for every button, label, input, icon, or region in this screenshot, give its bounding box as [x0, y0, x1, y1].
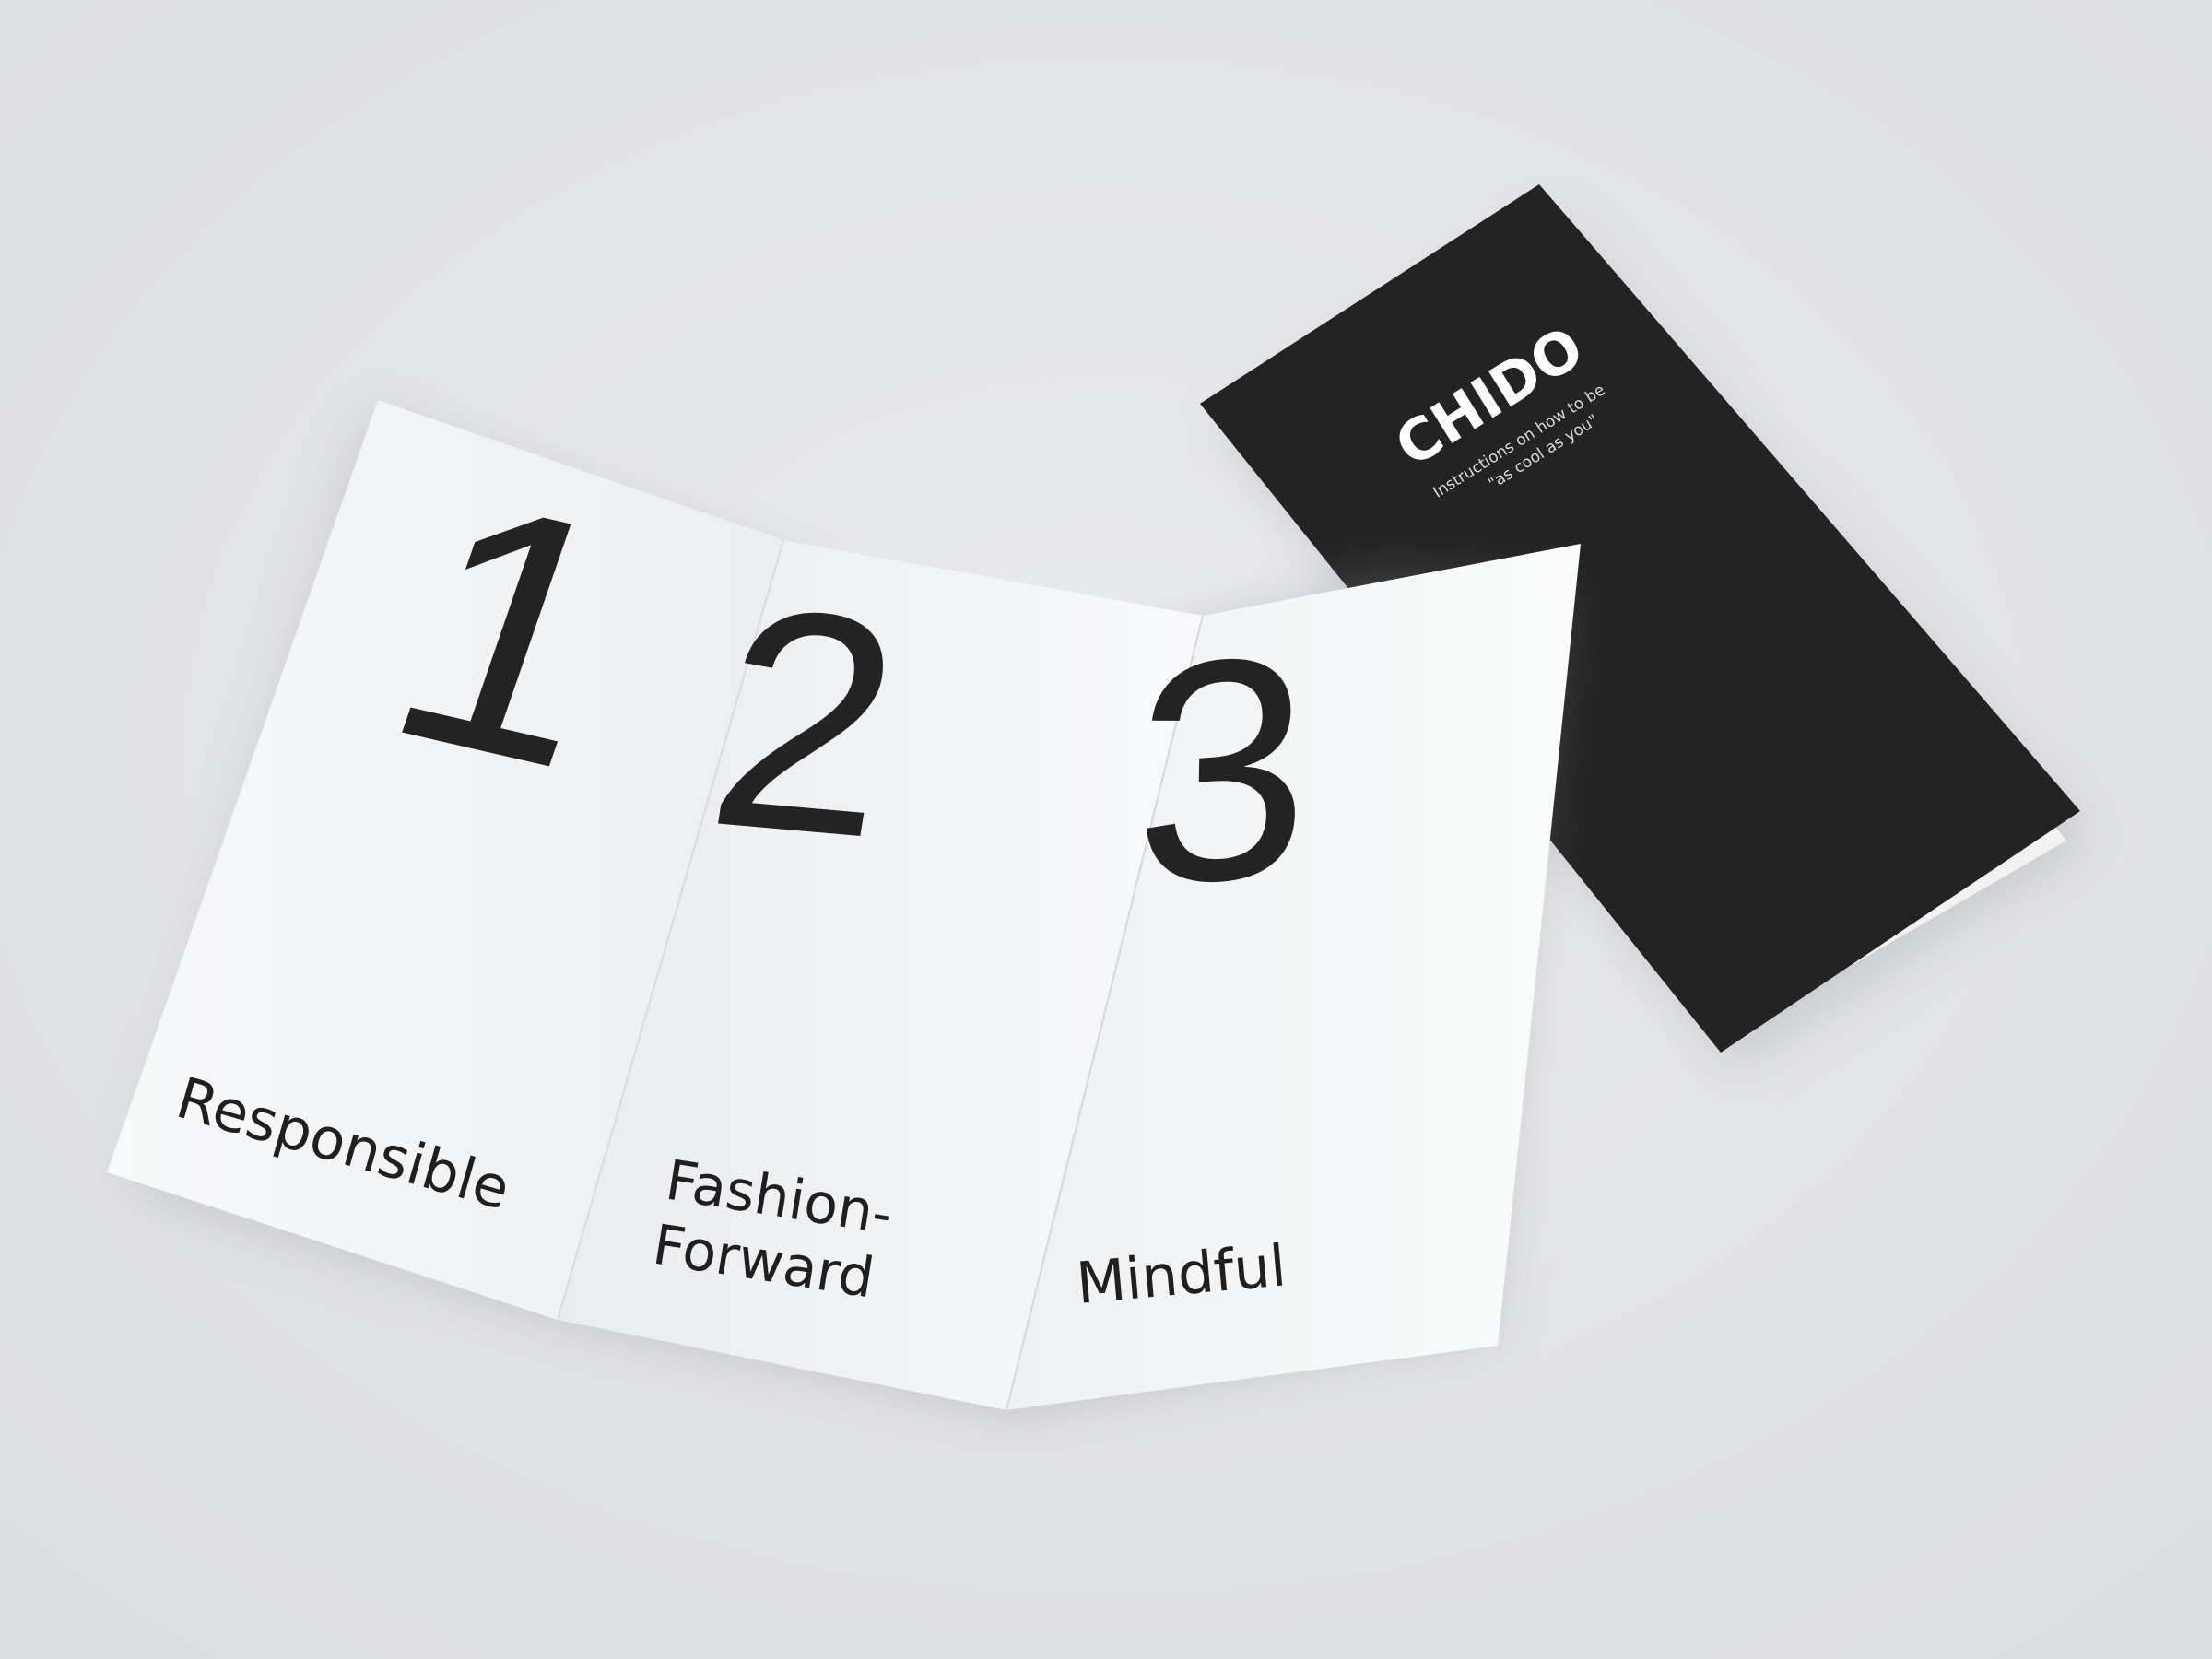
brochure-mockup-scene: CHIDO Instructions on how to be "as cool…	[0, 0, 2212, 1659]
panel-3-number: 3	[1133, 589, 1312, 952]
